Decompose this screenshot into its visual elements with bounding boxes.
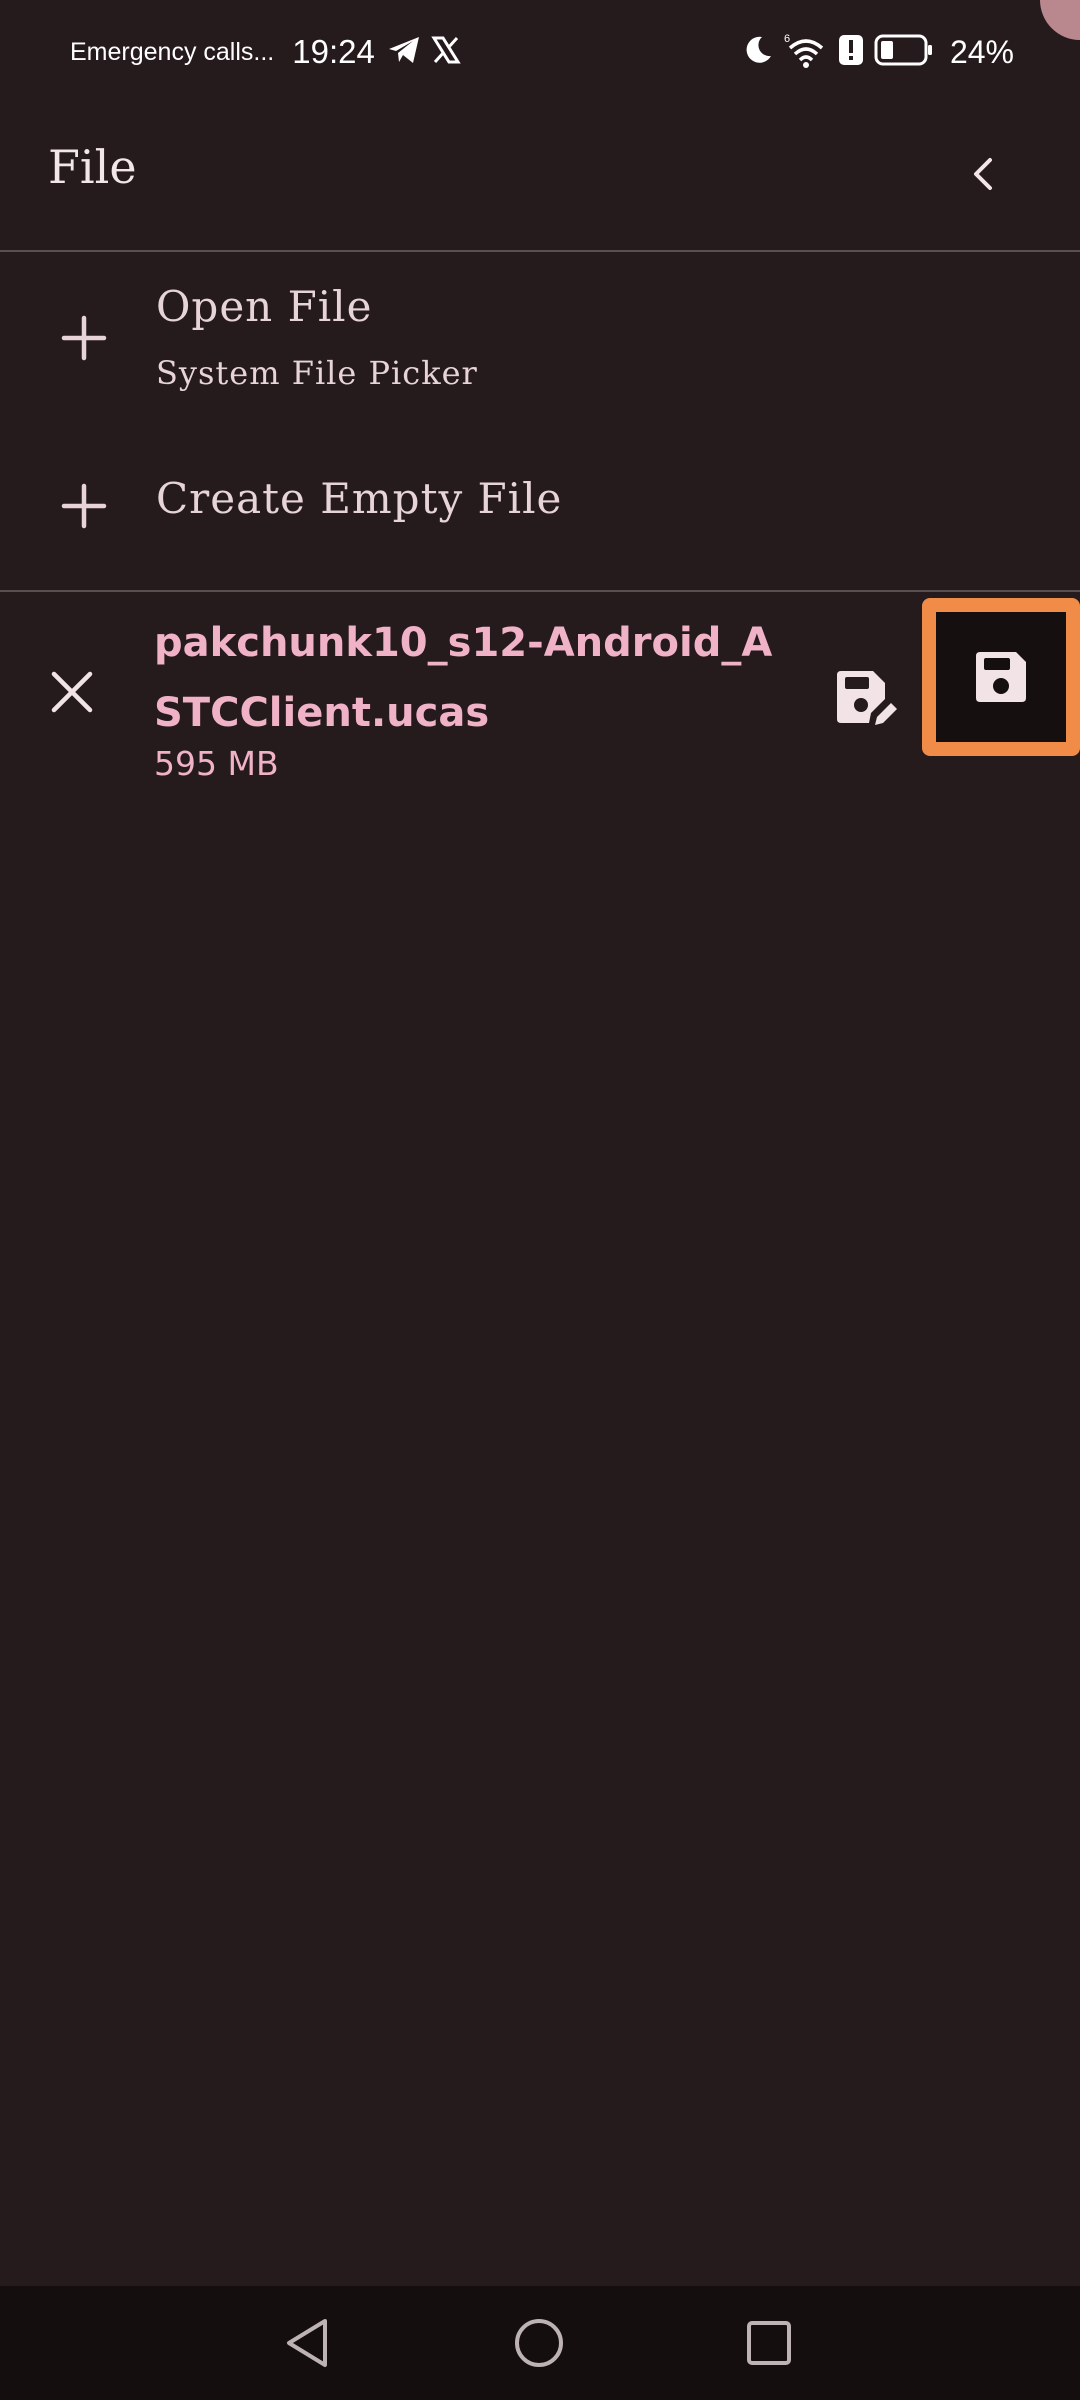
- file-size: 595 MB: [154, 744, 279, 783]
- save-as-button[interactable]: [824, 660, 904, 740]
- telegram-icon: [387, 35, 421, 69]
- create-empty-file-title: Create Empty File: [156, 474, 563, 523]
- battery-percent: 24%: [949, 33, 1014, 70]
- battery-icon: [874, 34, 934, 70]
- status-right: 6 24%: [742, 30, 1014, 74]
- file-name: pakchunk10_s12-Android_ASTCClient.ucas: [154, 620, 773, 736]
- plus-icon: [61, 315, 107, 361]
- open-file-title: Open File: [156, 282, 373, 331]
- svg-text:6: 6: [784, 33, 790, 45]
- back-triangle-icon: [287, 2319, 327, 2367]
- divider-middle: [0, 590, 1080, 592]
- save-icon: [976, 652, 1026, 702]
- nav-home-button[interactable]: [504, 2308, 574, 2378]
- status-bar: Emergency calls... 19:24 6 24%: [0, 0, 1080, 104]
- clock: 19:24: [292, 33, 375, 70]
- status-left: Emergency calls... 19:24: [70, 30, 471, 74]
- file-list-item: pakchunk10_s12-Android_ASTCClient.ucas 5…: [0, 594, 1080, 804]
- carrier-text: Emergency calls...: [70, 37, 275, 66]
- plus-icon: [61, 483, 107, 529]
- wifi-icon: 6: [784, 32, 828, 72]
- create-empty-file-item[interactable]: Create Empty File: [0, 432, 1080, 582]
- open-file-subtitle: System File Picker: [156, 354, 478, 392]
- recents-square-icon: [747, 2321, 791, 2365]
- corner-decoration: [1040, 0, 1080, 40]
- page-title: File: [48, 140, 137, 194]
- nav-back-button[interactable]: [274, 2308, 344, 2378]
- close-icon: [51, 671, 93, 713]
- system-nav-bar: [0, 2286, 1080, 2400]
- chevron-left-icon: [974, 158, 992, 190]
- nav-recents-button[interactable]: [734, 2308, 804, 2378]
- open-file-item[interactable]: Open File System File Picker: [0, 252, 1080, 422]
- app-bar: File: [0, 104, 1080, 252]
- screen: Emergency calls... 19:24 6 24% File Open…: [0, 0, 1080, 2400]
- moon-icon: [742, 34, 774, 70]
- home-circle-icon: [515, 2319, 563, 2367]
- back-button[interactable]: [948, 138, 1020, 210]
- alert-icon: [838, 34, 864, 70]
- save-as-icon: [837, 671, 897, 725]
- x-icon: [431, 35, 461, 69]
- save-button[interactable]: [922, 598, 1080, 756]
- close-file-button[interactable]: [34, 654, 110, 730]
